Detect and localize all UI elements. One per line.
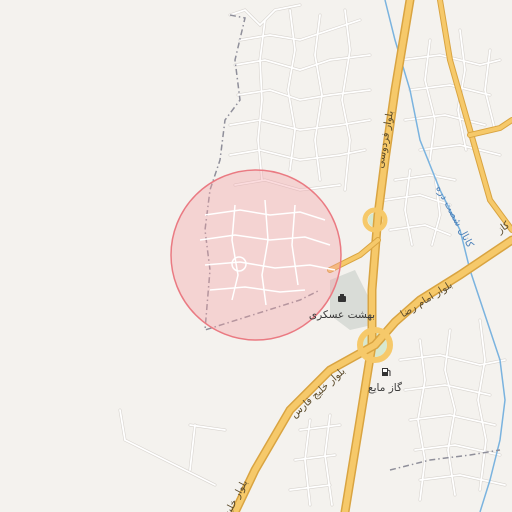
map-canvas[interactable]: بهشت عسکری گاز مایع بلوار فردوسی بلوار ا… [0,0,512,512]
cemetery-label: بهشت عسکری [309,309,375,321]
map-view[interactable]: بهشت عسکری گاز مایع بلوار فردوسی بلوار ا… [0,0,512,512]
gas-station-label: گاز مایع [368,381,402,394]
